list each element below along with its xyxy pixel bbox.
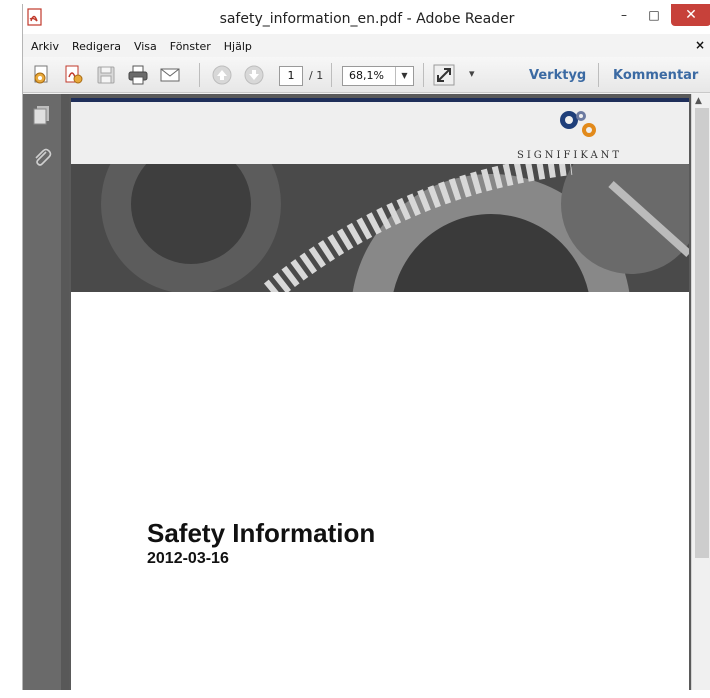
pages-icon[interactable] (31, 104, 53, 126)
menu-item-hjalp[interactable]: Hjälp (219, 40, 257, 53)
window-title: safety_information_en.pdf - Adobe Reader (219, 11, 515, 27)
menu-item-redigera[interactable]: Redigera (67, 40, 126, 53)
close-button[interactable]: ✕ (671, 4, 710, 26)
toolbar-separator (331, 63, 332, 87)
attachment-icon[interactable] (31, 146, 53, 168)
navigation-panel (23, 94, 61, 690)
zoom-value: 68,1% (349, 69, 384, 82)
menu-item-arkiv[interactable]: Arkiv (26, 40, 64, 53)
pdf-page: SIGNIFIKANT Safety Information 2012-03-1… (71, 98, 689, 698)
zoom-select[interactable]: 68,1% ▼ (342, 66, 414, 86)
menu-item-fonster[interactable]: Fönster (165, 40, 216, 53)
page-header: SIGNIFIKANT (71, 102, 689, 164)
close-document-button[interactable]: × (695, 38, 705, 52)
previous-page-icon[interactable] (211, 64, 233, 86)
document-title: Safety Information (147, 518, 376, 548)
vertical-scrollbar[interactable]: ▲ (691, 94, 710, 690)
toolbar-separator (199, 63, 200, 87)
logo-text: SIGNIFIKANT (517, 150, 623, 161)
toolbar: 1 / 1 68,1% ▼ ▾ Verktyg Kommentar (23, 57, 710, 93)
panel-divider (61, 94, 69, 690)
comment-button[interactable]: Kommentar (613, 68, 698, 83)
title-bar: safety_information_en.pdf - Adobe Reader… (23, 4, 710, 34)
maximize-button[interactable]: □ (641, 4, 667, 26)
gears-banner-image (71, 164, 689, 292)
adobe-reader-window: safety_information_en.pdf - Adobe Reader… (22, 4, 710, 698)
create-pdf-icon[interactable] (31, 64, 53, 86)
scrollbar-thumb[interactable] (695, 108, 709, 558)
signifikant-logo (560, 111, 596, 137)
next-page-icon[interactable] (243, 64, 265, 86)
print-icon[interactable] (127, 64, 149, 86)
toolbar-overflow-icon[interactable]: ▾ (469, 67, 475, 80)
toolbar-separator (423, 63, 424, 87)
tools-button[interactable]: Verktyg (529, 68, 586, 83)
page-total-label: / 1 (309, 69, 324, 82)
document-view[interactable]: SIGNIFIKANT Safety Information 2012-03-1… (69, 94, 691, 698)
fullscreen-icon[interactable] (433, 64, 455, 86)
menu-bar: Arkiv Redigera Visa Fönster Hjälp × (23, 36, 710, 56)
scroll-up-icon[interactable]: ▲ (695, 96, 702, 106)
save-icon[interactable] (95, 64, 117, 86)
document-date: 2012-03-16 (147, 550, 229, 567)
chevron-down-icon[interactable]: ▼ (395, 67, 413, 85)
page-number-input[interactable]: 1 (279, 66, 303, 86)
toolbar-separator (598, 63, 599, 87)
minimize-button[interactable]: – (611, 4, 637, 26)
menu-item-visa[interactable]: Visa (129, 40, 162, 53)
email-icon[interactable] (159, 64, 181, 86)
convert-pdf-icon[interactable] (63, 64, 85, 86)
